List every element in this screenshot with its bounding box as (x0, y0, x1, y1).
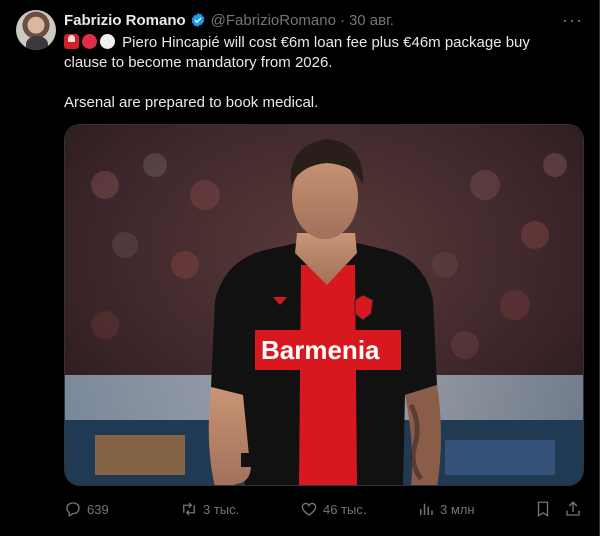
views-button[interactable]: 3 млн (417, 500, 475, 518)
verified-badge-icon (191, 13, 204, 27)
tweet-line-1: Piero Hincapié will cost €6m loan fee pl… (64, 33, 584, 53)
bookmark-icon (537, 501, 549, 518)
views-chart-icon (420, 503, 433, 515)
tweet[interactable]: Fabrizio Romano @FabrizioRomano · 30 авг… (0, 0, 600, 536)
tweet-text-line-1: Piero Hincapié will cost €6m loan fee pl… (122, 34, 530, 51)
red-circle-emoji-icon (82, 34, 97, 49)
bookmark-button[interactable] (534, 500, 552, 518)
repost-count: 3 тыс. (203, 501, 240, 517)
siren-emoji-icon (64, 34, 79, 49)
heart-icon (301, 502, 317, 516)
like-button[interactable]: 46 тыс. (300, 500, 366, 518)
tweet-text-line-2: clause to become mandatory from 2026. (64, 54, 333, 71)
jersey-sponsor: Barmenia (261, 335, 380, 365)
author-name[interactable]: Fabrizio Romano (64, 12, 186, 29)
white-circle-emoji-icon (100, 34, 115, 49)
tweet-photo[interactable]: Barmenia (64, 124, 584, 486)
views-count: 3 млн (440, 501, 475, 517)
reply-icon (66, 502, 80, 517)
reply-button[interactable]: 639 (64, 500, 109, 518)
avatar[interactable] (16, 10, 56, 50)
repost-button[interactable]: 3 тыс. (180, 500, 239, 518)
tweet-text-line-3: Arsenal are prepared to book medical. (64, 94, 319, 111)
reply-count: 639 (87, 501, 109, 517)
tweet-actions: 639 3 тыс. 46 тыс. 3 млн (64, 499, 584, 519)
share-icon (566, 501, 580, 516)
repost-icon (183, 502, 195, 516)
player-photo: Barmenia (65, 125, 583, 485)
header-separator: · (339, 11, 345, 29)
tweet-text: Piero Hincapié will cost €6m loan fee pl… (64, 33, 584, 113)
tweet-date[interactable]: 30 авг. (349, 12, 394, 29)
more-options-icon[interactable]: ··· (562, 10, 583, 31)
share-button[interactable] (564, 500, 582, 518)
like-count: 46 тыс. (323, 501, 367, 517)
tweet-header: Fabrizio Romano @FabrizioRomano · 30 авг… (64, 10, 394, 30)
author-handle[interactable]: @FabrizioRomano (211, 12, 336, 29)
